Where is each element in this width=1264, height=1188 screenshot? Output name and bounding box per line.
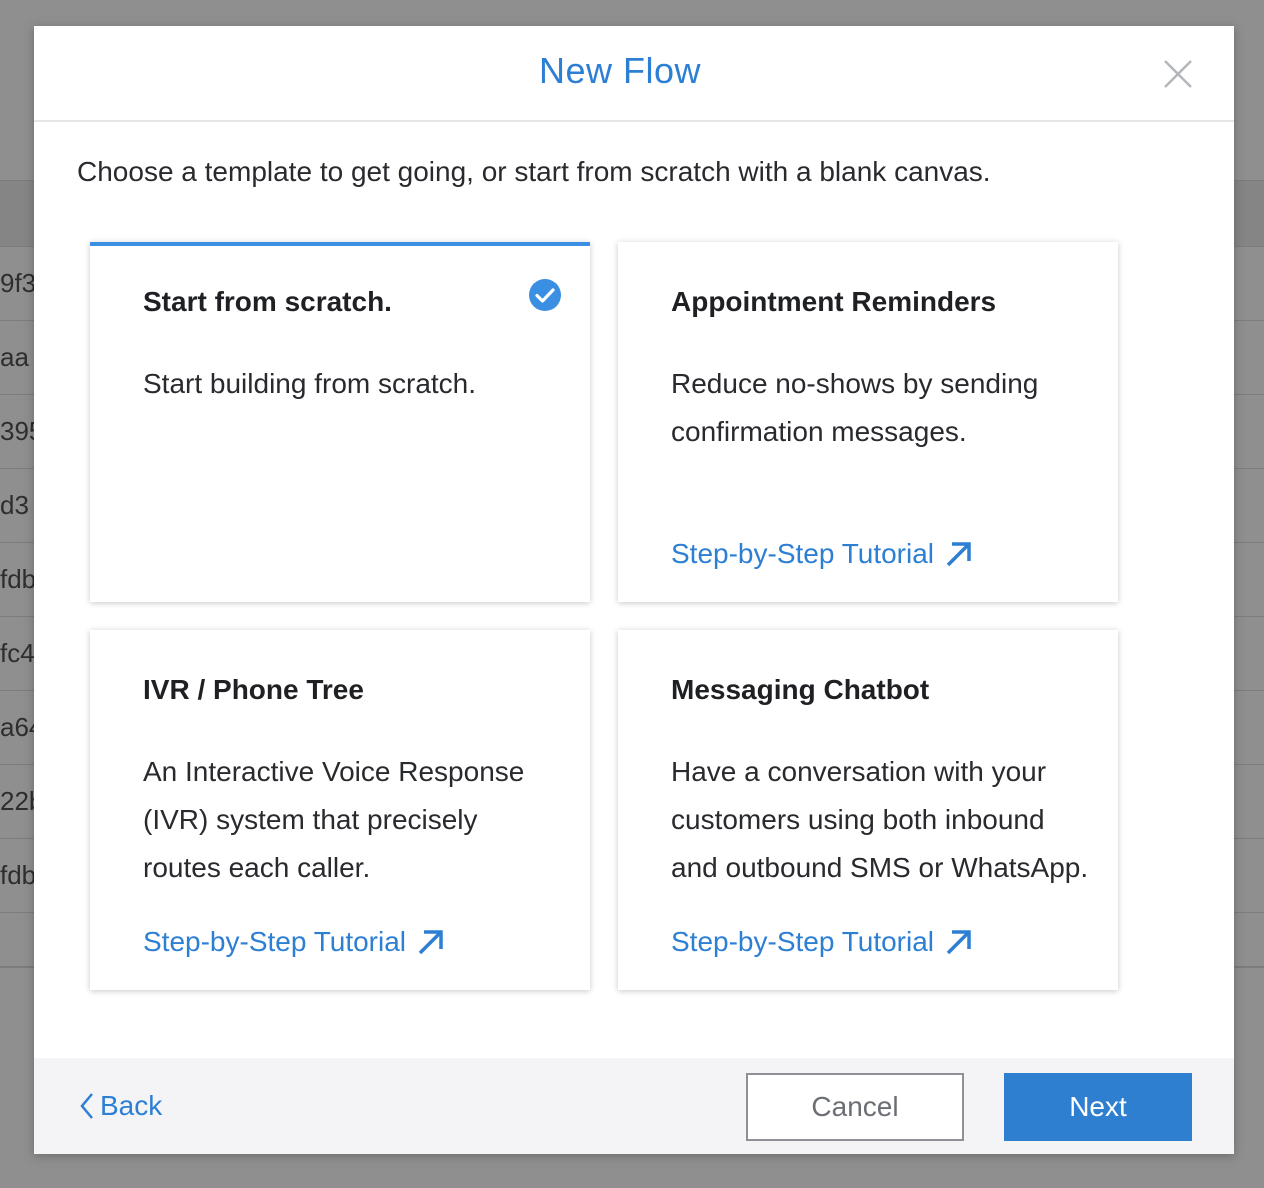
template-card-messaging-chatbot[interactable]: Messaging Chatbot Have a conversation wi… bbox=[618, 630, 1118, 990]
template-card-ivr-phone-tree[interactable]: IVR / Phone Tree An Interactive Voice Re… bbox=[90, 630, 590, 990]
arrow-up-right-icon bbox=[946, 542, 971, 567]
card-description: An Interactive Voice Response (IVR) syst… bbox=[143, 756, 525, 883]
modal-footer: Back Cancel Next bbox=[34, 1058, 1234, 1154]
back-button[interactable]: Back bbox=[78, 1090, 162, 1122]
template-card-appointment-reminders[interactable]: Appointment Reminders Reduce no-shows by… bbox=[618, 242, 1118, 602]
cancel-button[interactable]: Cancel bbox=[746, 1073, 964, 1141]
card-description: Reduce no-shows by sending confirmation … bbox=[671, 368, 1039, 447]
template-card-start-from-scratch[interactable]: Start from scratch. Start building from … bbox=[90, 242, 590, 602]
card-title: Messaging Chatbot bbox=[671, 674, 930, 705]
close-icon bbox=[1164, 60, 1192, 88]
card-description: Have a conversation with your customers … bbox=[671, 756, 1089, 883]
tutorial-link[interactable]: Step-by-Step Tutorial bbox=[143, 926, 446, 958]
card-title: Start from scratch. bbox=[143, 286, 392, 317]
card-title: Appointment Reminders bbox=[671, 286, 997, 317]
intro-text: Choose a template to get going, or start… bbox=[77, 156, 991, 187]
new-flow-modal: New Flow Choose a template to get going,… bbox=[34, 26, 1234, 1154]
arrow-up-right-icon bbox=[418, 930, 443, 955]
back-button-label: Back bbox=[100, 1090, 163, 1121]
check-circle-icon bbox=[529, 279, 561, 311]
tutorial-link[interactable]: Step-by-Step Tutorial bbox=[671, 538, 974, 570]
tutorial-link-label: Step-by-Step Tutorial bbox=[671, 538, 935, 569]
chevron-left-icon bbox=[80, 1093, 93, 1119]
modal-header: New Flow bbox=[34, 26, 1234, 122]
card-description: Start building from scratch. bbox=[143, 368, 477, 399]
next-button[interactable]: Next bbox=[1004, 1073, 1192, 1141]
tutorial-link-label: Step-by-Step Tutorial bbox=[143, 926, 407, 957]
modal-title: New Flow bbox=[538, 50, 702, 91]
close-button[interactable] bbox=[1160, 56, 1196, 92]
arrow-up-right-icon bbox=[946, 930, 971, 955]
tutorial-link[interactable]: Step-by-Step Tutorial bbox=[671, 926, 974, 958]
tutorial-link-label: Step-by-Step Tutorial bbox=[671, 926, 935, 957]
card-title: IVR / Phone Tree bbox=[143, 674, 364, 705]
